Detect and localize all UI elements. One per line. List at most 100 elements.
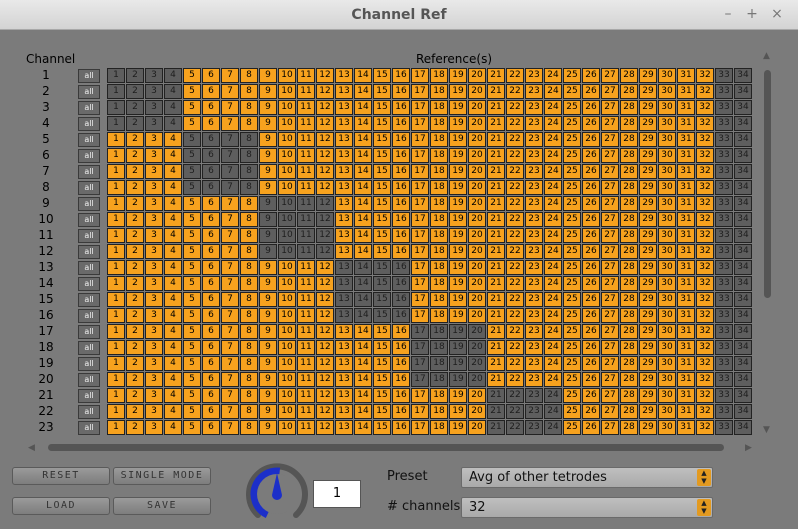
- reference-cell[interactable]: 33: [715, 228, 733, 243]
- reference-cell[interactable]: 30: [658, 404, 676, 419]
- reference-cell[interactable]: 13: [335, 100, 353, 115]
- reference-cell[interactable]: 26: [582, 292, 600, 307]
- reference-cell[interactable]: 5: [183, 164, 201, 179]
- reference-cell[interactable]: 4: [164, 324, 182, 339]
- reference-cell[interactable]: 7: [221, 276, 239, 291]
- reference-cell[interactable]: 5: [183, 100, 201, 115]
- reference-cell[interactable]: 2: [126, 180, 144, 195]
- reference-cell[interactable]: 9: [259, 148, 277, 163]
- reference-cell[interactable]: 10: [278, 116, 296, 131]
- reference-cell[interactable]: 5: [183, 372, 201, 387]
- reference-cell[interactable]: 18: [430, 84, 448, 99]
- reference-cell[interactable]: 10: [278, 68, 296, 83]
- reference-cell[interactable]: 31: [677, 244, 695, 259]
- reference-cell[interactable]: 27: [601, 260, 619, 275]
- reference-cell[interactable]: 13: [335, 148, 353, 163]
- reference-cell[interactable]: 28: [620, 132, 638, 147]
- reference-cell[interactable]: 27: [601, 68, 619, 83]
- reference-cell[interactable]: 31: [677, 148, 695, 163]
- reference-cell[interactable]: 18: [430, 260, 448, 275]
- reference-cell[interactable]: 17: [411, 228, 429, 243]
- reference-cell[interactable]: 2: [126, 356, 144, 371]
- reference-cell[interactable]: 13: [335, 116, 353, 131]
- reference-cell[interactable]: 27: [601, 148, 619, 163]
- reference-cell[interactable]: 6: [202, 388, 220, 403]
- reference-cell[interactable]: 3: [145, 244, 163, 259]
- reference-cell[interactable]: 25: [563, 292, 581, 307]
- reference-cell[interactable]: 24: [544, 116, 562, 131]
- reference-cell[interactable]: 12: [316, 276, 334, 291]
- reference-cell[interactable]: 20: [468, 68, 486, 83]
- reference-cell[interactable]: 11: [297, 100, 315, 115]
- reference-cell[interactable]: 6: [202, 276, 220, 291]
- reference-cell[interactable]: 29: [639, 420, 657, 435]
- reference-cell[interactable]: 22: [506, 356, 524, 371]
- reference-cell[interactable]: 32: [696, 292, 714, 307]
- reference-cell[interactable]: 27: [601, 404, 619, 419]
- reference-cell[interactable]: 6: [202, 116, 220, 131]
- reference-cell[interactable]: 29: [639, 308, 657, 323]
- reference-cell[interactable]: 29: [639, 164, 657, 179]
- reference-cell[interactable]: 34: [734, 244, 752, 259]
- select-all-button[interactable]: all: [78, 197, 100, 211]
- reference-cell[interactable]: 24: [544, 420, 562, 435]
- reference-cell[interactable]: 26: [582, 388, 600, 403]
- reference-cell[interactable]: 33: [715, 212, 733, 227]
- reference-cell[interactable]: 14: [354, 116, 372, 131]
- reference-cell[interactable]: 32: [696, 228, 714, 243]
- reference-cell[interactable]: 33: [715, 196, 733, 211]
- reference-cell[interactable]: 4: [164, 356, 182, 371]
- reference-cell[interactable]: 9: [259, 212, 277, 227]
- reference-cell[interactable]: 7: [221, 116, 239, 131]
- reference-cell[interactable]: 18: [430, 180, 448, 195]
- reference-cell[interactable]: 33: [715, 324, 733, 339]
- reference-cell[interactable]: 20: [468, 276, 486, 291]
- reference-cell[interactable]: 25: [563, 276, 581, 291]
- reference-cell[interactable]: 11: [297, 196, 315, 211]
- reference-cell[interactable]: 27: [601, 292, 619, 307]
- reference-cell[interactable]: 31: [677, 228, 695, 243]
- reference-cell[interactable]: 1: [107, 308, 125, 323]
- reference-cell[interactable]: 23: [525, 164, 543, 179]
- reference-cell[interactable]: 31: [677, 260, 695, 275]
- reference-cell[interactable]: 16: [392, 292, 410, 307]
- reference-cell[interactable]: 30: [658, 372, 676, 387]
- reference-cell[interactable]: 29: [639, 404, 657, 419]
- reference-cell[interactable]: 1: [107, 372, 125, 387]
- reference-cell[interactable]: 1: [107, 420, 125, 435]
- reference-cell[interactable]: 32: [696, 212, 714, 227]
- reference-cell[interactable]: 21: [487, 132, 505, 147]
- reference-cell[interactable]: 19: [449, 356, 467, 371]
- reference-cell[interactable]: 26: [582, 212, 600, 227]
- reference-cell[interactable]: 34: [734, 260, 752, 275]
- reference-cell[interactable]: 4: [164, 164, 182, 179]
- reference-cell[interactable]: 25: [563, 244, 581, 259]
- reference-cell[interactable]: 15: [373, 116, 391, 131]
- reference-cell[interactable]: 21: [487, 404, 505, 419]
- reference-cell[interactable]: 29: [639, 68, 657, 83]
- reference-cell[interactable]: 7: [221, 132, 239, 147]
- reference-cell[interactable]: 30: [658, 420, 676, 435]
- reference-cell[interactable]: 22: [506, 68, 524, 83]
- reference-cell[interactable]: 29: [639, 180, 657, 195]
- reference-cell[interactable]: 13: [335, 164, 353, 179]
- reference-cell[interactable]: 22: [506, 180, 524, 195]
- reference-cell[interactable]: 32: [696, 372, 714, 387]
- reference-cell[interactable]: 12: [316, 212, 334, 227]
- reference-cell[interactable]: 2: [126, 244, 144, 259]
- reference-cell[interactable]: 15: [373, 68, 391, 83]
- reference-cell[interactable]: 18: [430, 116, 448, 131]
- reference-cell[interactable]: 28: [620, 404, 638, 419]
- reference-cell[interactable]: 16: [392, 340, 410, 355]
- reference-cell[interactable]: 20: [468, 372, 486, 387]
- reference-cell[interactable]: 18: [430, 100, 448, 115]
- reference-cell[interactable]: 12: [316, 68, 334, 83]
- reference-cell[interactable]: 4: [164, 180, 182, 195]
- reference-cell[interactable]: 21: [487, 244, 505, 259]
- reference-cell[interactable]: 24: [544, 372, 562, 387]
- reference-cell[interactable]: 2: [126, 388, 144, 403]
- reference-cell[interactable]: 16: [392, 132, 410, 147]
- reference-cell[interactable]: 33: [715, 372, 733, 387]
- reference-cell[interactable]: 27: [601, 388, 619, 403]
- reference-cell[interactable]: 9: [259, 388, 277, 403]
